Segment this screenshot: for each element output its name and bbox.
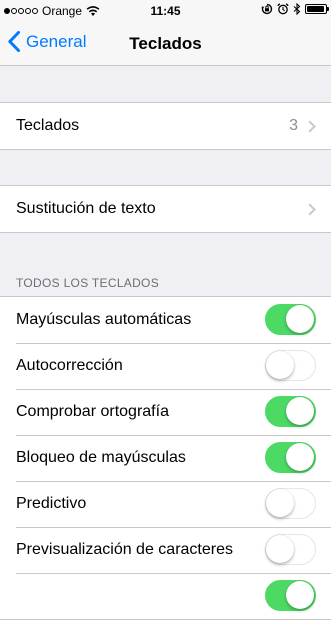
toggle-knob [266,489,294,517]
all-keyboards-group: Mayúsculas automáticas Autocorrección Comp… [0,296,331,620]
toggle-switch[interactable] [265,350,316,381]
text-replacement-row-label: Sustitución de texto [16,200,156,217]
setting-row: Bloqueo de mayúsculas [0,435,331,481]
toggle-switch[interactable] [265,396,316,427]
keyboards-row[interactable]: Teclados 3 [0,103,331,149]
rotation-lock-icon [261,3,273,15]
keyboards-row-label: Teclados [16,117,80,134]
text-replacement-group: Sustitución de texto [0,185,331,233]
keyboards-count: 3 [289,117,298,134]
toggle-switch[interactable] [265,580,316,611]
chevron-right-icon [308,202,316,216]
bluetooth-icon [293,3,301,15]
setting-row: Autocorrección [0,343,331,389]
toggle-switch[interactable] [265,534,316,565]
text-replacement-row[interactable]: Sustitución de texto [0,186,331,232]
setting-row: Comprobar ortografía [0,389,331,435]
toggle-switch[interactable] [265,488,316,519]
battery-icon [305,4,329,14]
navigation-bar: General Teclados [0,22,331,66]
section-header-all-keyboards: TODOS LOS TECLADOS [16,276,159,290]
toggle-knob [266,535,294,563]
toggle-knob [286,397,314,425]
setting-row: Previsualización de caracteres [0,527,331,573]
toggle-knob [286,305,314,333]
toggle-knob [266,351,294,379]
page-title: Teclados [129,34,202,53]
chevron-right-icon [308,119,316,133]
toggle-switch[interactable] [265,304,316,335]
battery-fill [307,6,325,12]
toggle-knob [286,581,314,609]
keyboards-group: Teclados 3 [0,102,331,150]
status-right [261,3,329,15]
setting-row [0,573,331,619]
setting-row: Predictivo [0,481,331,527]
alarm-clock-icon [277,3,289,15]
toggle-knob [286,443,314,471]
toggle-switch[interactable] [265,442,316,473]
setting-row: Mayúsculas automáticas [0,297,331,343]
status-bar: Orange 11:45 [0,0,331,22]
